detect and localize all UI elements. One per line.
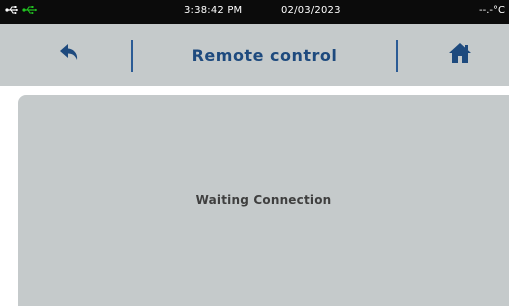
status-bar: 3:38:42 PM 02/03/2023 --.-°C bbox=[0, 0, 509, 24]
header-divider bbox=[396, 40, 398, 72]
home-button[interactable] bbox=[430, 24, 490, 86]
page-title: Remote control bbox=[191, 45, 338, 65]
header-bar: Remote control bbox=[0, 24, 509, 86]
status-date: 02/03/2023 bbox=[281, 5, 341, 16]
status-time: 3:38:42 PM bbox=[184, 5, 243, 16]
status-temperature: --.-°C bbox=[479, 5, 505, 16]
usb-icon bbox=[5, 5, 19, 18]
connection-status-message: Waiting Connection bbox=[195, 193, 332, 207]
usb-connected-icon bbox=[22, 5, 38, 18]
back-button[interactable] bbox=[40, 24, 100, 86]
connection-panel: Waiting Connection bbox=[18, 95, 509, 306]
back-arrow-icon bbox=[59, 43, 81, 67]
home-icon bbox=[448, 42, 472, 68]
